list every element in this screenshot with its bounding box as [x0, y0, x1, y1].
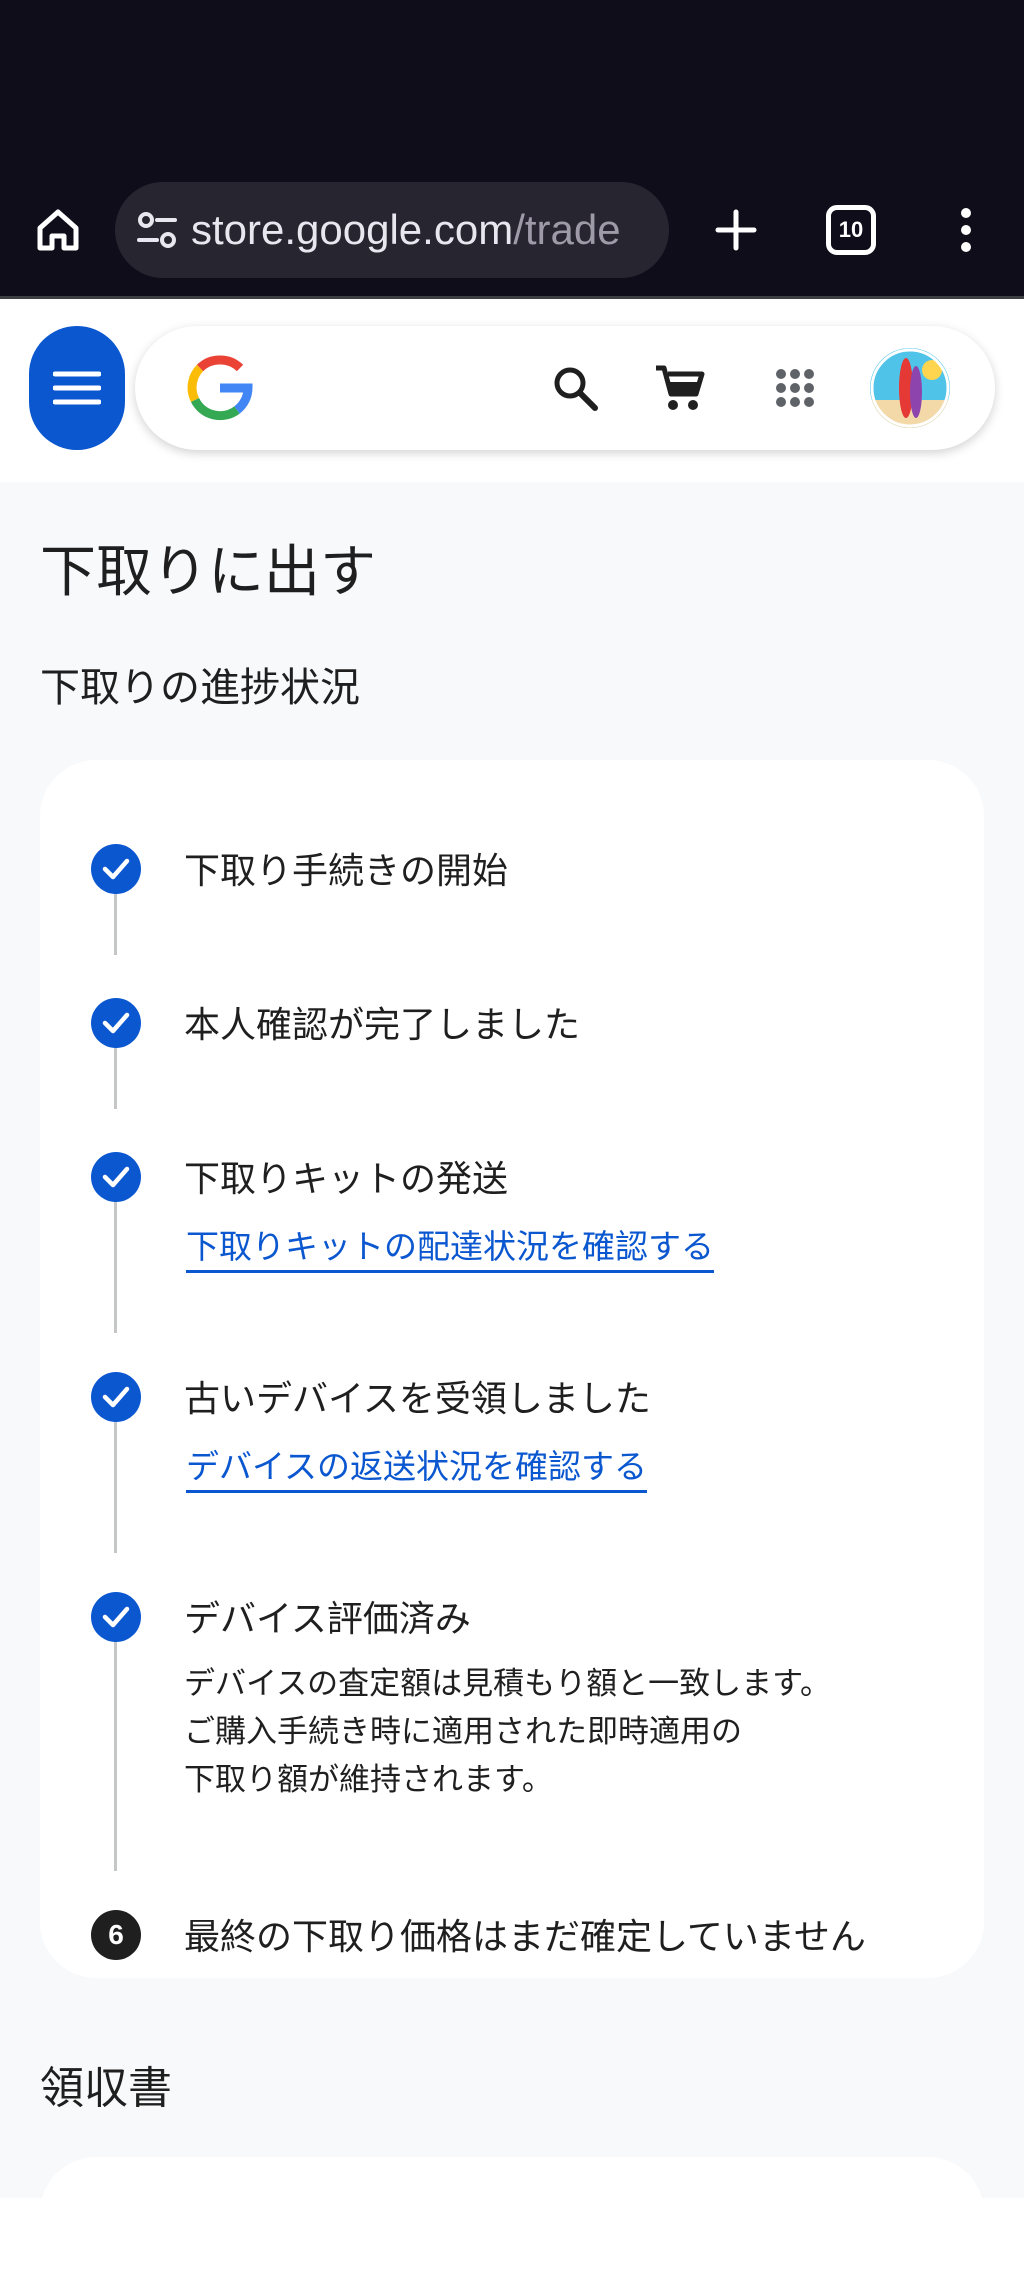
step-complete-icon — [91, 844, 141, 894]
google-logo-icon[interactable] — [185, 353, 255, 423]
page-title: 下取りに出す — [40, 540, 376, 605]
step-connector — [114, 1047, 117, 1109]
url-text[interactable]: store.google.com/trade — [191, 200, 621, 260]
check-icon — [102, 858, 130, 880]
step-complete-icon — [91, 1372, 141, 1422]
check-icon — [102, 1606, 130, 1628]
address-bar[interactable]: store.google.com/trade — [115, 182, 669, 278]
progress-heading: 下取りの進捗状況 — [40, 665, 360, 711]
tab-switcher-button[interactable]: 10 — [826, 205, 876, 255]
step-label: 本人確認が完了しました — [184, 1005, 581, 1046]
new-tab-icon[interactable] — [706, 200, 766, 260]
site-settings-icon[interactable] — [135, 208, 179, 252]
step-description-line: ご購入手続き時に適用された即時適用の — [184, 1714, 742, 1750]
track-device-return-link[interactable]: デバイスの返送状況を確認する — [186, 1440, 648, 1493]
step-complete-icon — [91, 1152, 141, 1202]
url-host: store.google.com — [191, 206, 514, 253]
check-icon — [102, 1386, 130, 1408]
browser-toolbar: store.google.com/trade 10 — [0, 0, 1024, 298]
avatar[interactable] — [870, 348, 950, 428]
track-kit-delivery-link[interactable]: 下取りキットの配達状況を確認する — [186, 1220, 714, 1273]
step-connector — [114, 1421, 117, 1553]
home-icon[interactable] — [28, 200, 88, 260]
main-content: 下取りに出す 下取りの進捗状況 下取り手続きの開始 本人確認が完了しました 下取… — [0, 482, 1024, 2284]
menu-icon — [53, 371, 101, 405]
step-description-line: 下取り額が維持されます。 — [184, 1762, 553, 1798]
check-icon — [102, 1166, 130, 1188]
receipt-card — [40, 2157, 984, 2284]
step-label: 最終の下取り価格はまだ確定していません — [184, 1917, 866, 1958]
progress-card: 下取り手続きの開始 本人確認が完了しました 下取りキットの発送 下取りキットの配… — [40, 760, 984, 1978]
receipt-heading: 領収書 — [40, 2063, 172, 2114]
apps-grid-icon[interactable] — [765, 358, 825, 418]
step-label: 下取り手続きの開始 — [184, 851, 509, 892]
step-connector — [114, 1201, 117, 1333]
menu-button[interactable] — [29, 326, 125, 450]
step-label: デバイス評価済み — [184, 1599, 471, 1640]
step-complete-icon — [91, 1592, 141, 1642]
site-header — [0, 299, 1024, 482]
search-icon[interactable] — [545, 358, 605, 418]
header-bar — [135, 326, 995, 450]
url-path: /trade — [513, 206, 621, 253]
step-connector — [114, 1641, 117, 1871]
step-label: 古いデバイスを受領しました — [184, 1379, 651, 1420]
cart-icon[interactable] — [650, 358, 710, 418]
check-icon — [102, 1012, 130, 1034]
step-complete-icon — [91, 998, 141, 1048]
more-options-icon[interactable] — [950, 200, 982, 260]
step-connector — [114, 893, 117, 955]
step-description-line: デバイスの査定額は見積もり額と一致します。 — [184, 1666, 831, 1702]
step-number-badge: 6 — [91, 1910, 141, 1960]
step-label: 下取りキットの発送 — [184, 1159, 509, 1200]
